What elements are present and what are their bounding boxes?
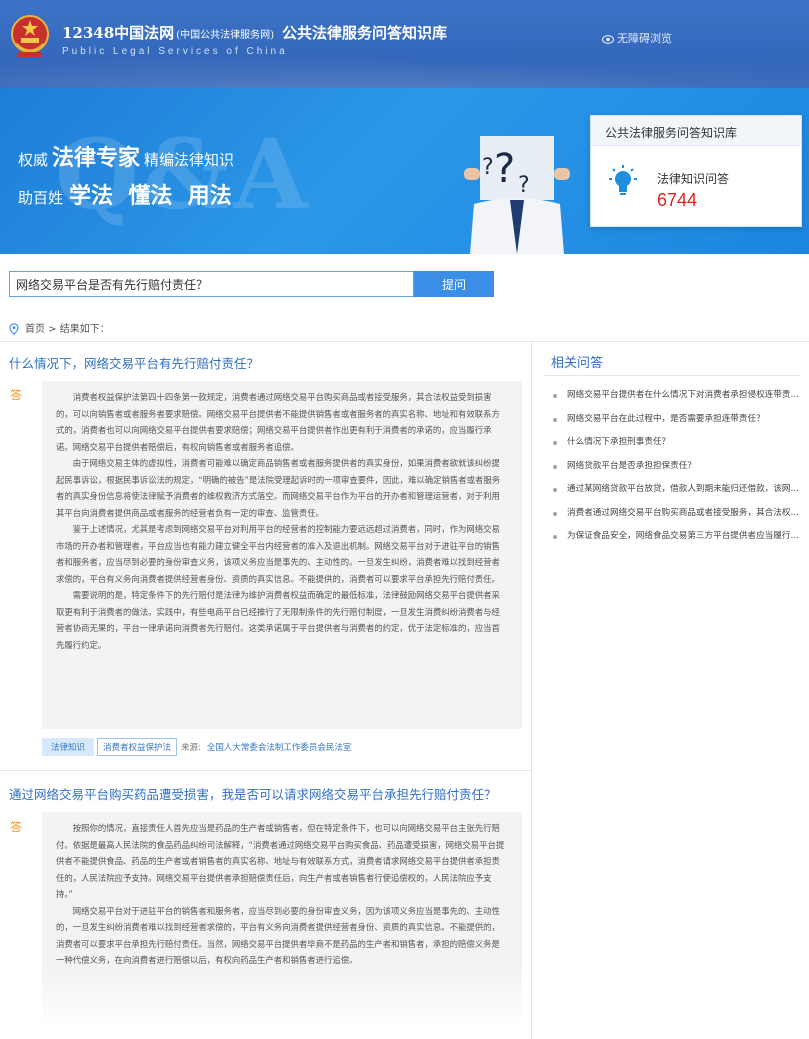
column-divider: [531, 342, 532, 1039]
answer-paragraph: 需要说明的是，特定条件下的先行赔付是法律为维护消费者权益而确定的最低标准，法律鼓…: [56, 590, 500, 650]
answer-paragraph: 鉴于上述情况，尤其是考虑到网络交易平台对利用平台的经营者的控制能力要远远超过消费…: [56, 524, 500, 584]
search-input[interactable]: [9, 271, 414, 297]
location-pin-icon: [9, 323, 19, 335]
hero-banner: Q&A 权威 法律专家 精编法律知识 助百姓 学法 懂法 用法 ? ? ? 公共法律服…: [0, 88, 809, 254]
tag-law[interactable]: 消费者权益保护法: [97, 738, 178, 756]
stats-card[interactable]: 公共法律服务问答知识库 法律知识问答 6744: [590, 115, 802, 227]
slogan1-b: 法律专家: [52, 146, 141, 171]
content-fade-overlay: [40, 970, 526, 1039]
qa-watermark: Q&A: [55, 118, 312, 231]
breadcrumb-current: 结果如下：: [59, 324, 110, 335]
site-name-sub: (中国公共法律服务网): [176, 30, 274, 41]
related-item[interactable]: 网络交易平台在此过程中，是否需要承担连带责任？: [551, 412, 801, 436]
eye-icon: [602, 35, 614, 44]
stats-label: 法律知识问答: [657, 172, 730, 186]
slogan-line-1: 权威 法律专家 精编法律知识: [18, 140, 234, 172]
result-divider: [0, 770, 531, 771]
answer-label: 答: [10, 820, 23, 834]
slogan-line-2: 助百姓 学法 懂法 用法: [18, 178, 232, 210]
site-title[interactable]: 12348中国法网 (中国公共法律服务网) 公共法律服务问答知识库: [62, 22, 447, 43]
answer-meta: 法律知识 消费者权益保护法 来源: 全国人大常委会法制工作委员会民法室: [42, 738, 351, 756]
source-label: 来源:: [181, 743, 201, 753]
related-item[interactable]: 网络贷款平台是否承担担保责任？: [551, 459, 801, 483]
site-header: 12348中国法网 (中国公共法律服务网) 公共法律服务问答知识库 Public L…: [0, 0, 809, 88]
svg-text:?: ?: [494, 146, 515, 192]
tag-category[interactable]: 法律知识: [42, 738, 95, 756]
stats-card-title: 公共法律服务问答知识库: [591, 116, 801, 146]
slogan1-c: 精编法律知识: [144, 151, 235, 169]
related-title: 相关问答: [551, 356, 604, 371]
lightbulb-icon: [605, 164, 641, 200]
related-item[interactable]: 为保证食品安全，网络食品交易第三方平台提供者应当履行哪些义务？: [551, 529, 801, 553]
related-divider: [543, 375, 801, 376]
question-person-illustration: ? ? ?: [464, 136, 570, 254]
result-question-title[interactable]: 通过网络交易平台购买药品遭受损害，我是否可以请求网络交易平台承担先行赔付责任？: [9, 784, 497, 803]
slogan1-a: 权威: [18, 151, 49, 169]
kb-name: 公共法律服务问答知识库: [282, 24, 448, 42]
answer-body: 消费者权益保护法第四十四条第一款规定，消费者通过网络交易平台购买商品或者接受服务…: [42, 381, 522, 729]
breadcrumb-home[interactable]: 首页: [25, 324, 45, 335]
site-name: 12348中国法网: [62, 24, 175, 42]
breadcrumb-separator: >: [45, 324, 60, 335]
answer-paragraph: 消费者权益保护法第四十四条第一款规定，消费者通过网络交易平台购买商品或者接受服务…: [56, 392, 500, 452]
ask-button[interactable]: 提问: [414, 271, 494, 297]
answer-paragraph: 按照你的情况，直接责任人首先应当是药品的生产者或销售者，但在特定条件下，也可以向…: [56, 823, 505, 899]
related-item[interactable]: 什么情况下承担刑事责任？: [551, 435, 801, 459]
accessibility-link[interactable]: 无障碍浏览: [602, 30, 672, 46]
related-item[interactable]: 消费者通过网络交易平台购买商品或者接受服务，其合法权益受到损害的，可以向谁要求赔…: [551, 506, 801, 530]
national-emblem-icon: [11, 15, 49, 57]
stats-count: 6744: [657, 190, 698, 210]
result-question-title[interactable]: 什么情况下，网络交易平台有先行赔付责任？: [9, 353, 259, 372]
related-item[interactable]: 通过某网络贷款平台放贷，借款人到期未能归还借款，该网络贷款平台是否应承担责任？: [551, 482, 801, 506]
related-list: 网络交易平台提供者在什么情况下对消费者承担侵权连带责任？ 网络交易平台在此过程中…: [551, 388, 801, 553]
accessibility-label: 无障碍浏览: [617, 32, 672, 45]
breadcrumb: 首页 > 结果如下：: [9, 320, 110, 335]
related-item[interactable]: 网络交易平台提供者在什么情况下对消费者承担侵权连带责任？: [551, 388, 801, 412]
slogan2-a: 助百姓: [18, 189, 64, 207]
breadcrumb-divider: [0, 341, 809, 342]
svg-text:?: ?: [518, 173, 530, 198]
answer-paragraph: 由于网络交易主体的虚拟性，消费者可能难以确定商品销售者或者服务提供者的真实身份，…: [56, 458, 501, 518]
slogan2-b: 学法 懂法 用法: [69, 184, 232, 209]
source-value: 全国人大常委会法制工作委员会民法室: [206, 743, 352, 753]
svg-text:?: ?: [482, 155, 494, 180]
site-name-en: Public Legal Services of China: [62, 46, 288, 57]
answer-paragraph: 网络交易平台对于进驻平台的销售者和服务者，应当尽到必要的身份审查义务，因为该项义…: [56, 905, 500, 966]
answer-label: 答: [10, 388, 23, 402]
